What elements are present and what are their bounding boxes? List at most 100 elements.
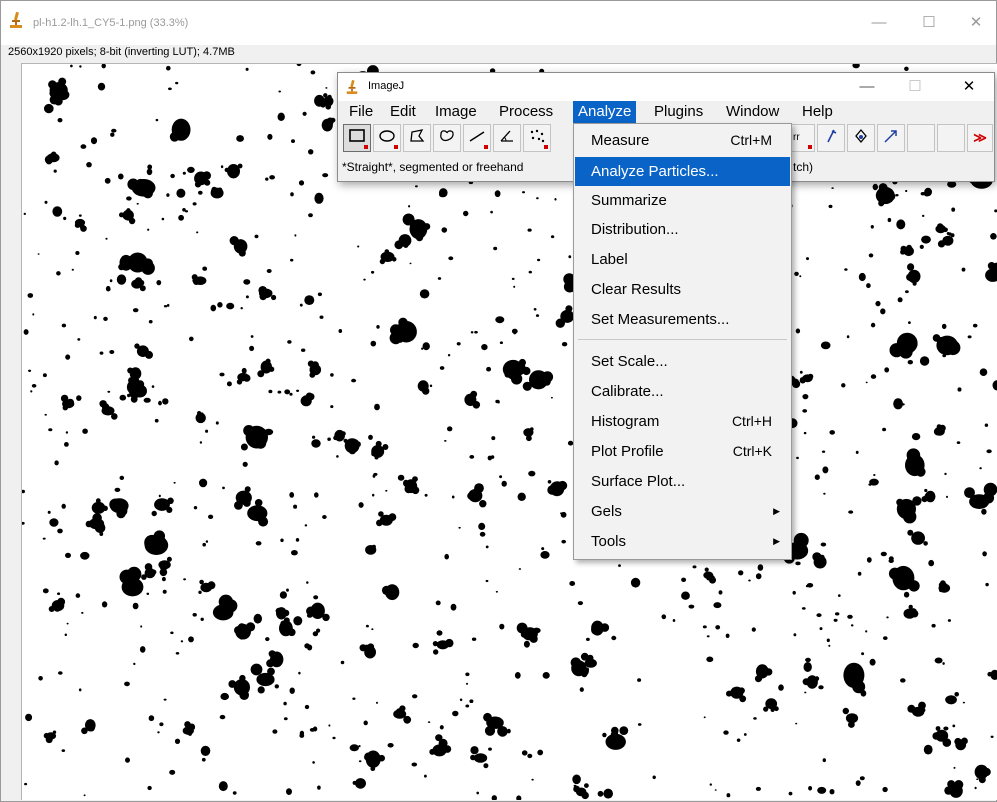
particle — [63, 216, 67, 221]
particle — [799, 275, 802, 278]
imagej-minimize-button[interactable]: — — [848, 75, 886, 99]
minimize-button[interactable]: — — [859, 10, 899, 36]
particle — [86, 162, 92, 168]
particle — [208, 514, 214, 519]
particle — [630, 577, 641, 588]
particle — [166, 556, 172, 562]
particle — [200, 745, 211, 757]
menuitem-plot-profile[interactable]: Plot Profile Ctrl+K — [575, 437, 790, 466]
particle — [445, 638, 454, 648]
particle — [560, 318, 566, 324]
particle — [852, 64, 860, 69]
menuitem-histogram[interactable]: Histogram Ctrl+H — [575, 407, 790, 436]
particle — [882, 786, 888, 793]
menuitem-clear-results[interactable]: Clear Results — [575, 275, 790, 304]
particle — [141, 574, 147, 580]
particle — [159, 722, 164, 727]
menuitem-surface-plot[interactable]: Surface Plot... — [575, 467, 790, 496]
menuitem-set-scale[interactable]: Set Scale... — [575, 347, 790, 376]
particle — [283, 717, 288, 721]
particle — [806, 583, 814, 588]
more-tools-button[interactable]: ≫ — [967, 124, 993, 152]
particle — [850, 624, 854, 627]
particle — [358, 502, 364, 508]
menu-process[interactable]: Process — [494, 101, 558, 123]
tool-menu-marker — [394, 145, 398, 149]
particle — [198, 590, 202, 594]
line-tool-button[interactable] — [463, 124, 491, 152]
menuitem-gels[interactable]: Gels ▶ — [575, 497, 790, 526]
particle — [919, 244, 924, 249]
brush-tool-button[interactable] — [817, 124, 845, 152]
menuitem-set-measurements[interactable]: Set Measurements... — [575, 305, 790, 334]
particle — [439, 366, 445, 370]
image-window-titlebar[interactable]: pl-h1.2-lh.1_CY5-1.png (33.3%) — ☐ ✕ — [1, 1, 996, 45]
particle — [433, 649, 439, 655]
multipoint-tool-button[interactable] — [523, 124, 551, 152]
menuitem-label: Measure — [591, 132, 650, 149]
particle — [50, 151, 57, 158]
polygon-tool-button[interactable] — [403, 124, 431, 152]
menu-help[interactable]: Help — [797, 101, 838, 123]
particle — [298, 671, 301, 675]
menuitem-label-item[interactable]: Label — [575, 245, 790, 274]
particle — [802, 409, 808, 413]
arrow-tool-button[interactable] — [877, 124, 905, 152]
empty-tool-slot[interactable] — [937, 124, 965, 152]
particle — [820, 341, 831, 350]
rectangle-tool-button[interactable] — [343, 124, 371, 152]
angle-tool-button[interactable] — [493, 124, 521, 152]
close-button[interactable]: ✕ — [956, 10, 996, 36]
empty-tool-slot[interactable] — [907, 124, 935, 152]
menu-edit[interactable]: Edit — [385, 101, 421, 123]
particle — [281, 612, 286, 617]
particle — [317, 785, 321, 790]
menuitem-analyze-particles[interactable]: Analyze Particles... — [575, 157, 790, 186]
menuitem-label: Calibrate... — [591, 383, 664, 400]
particle — [945, 241, 949, 244]
particle — [835, 612, 840, 616]
menu-plugins[interactable]: Plugins — [649, 101, 708, 123]
imagej-maximize-button[interactable]: ☐ — [896, 75, 934, 99]
menu-window[interactable]: Window — [721, 101, 784, 123]
particle — [366, 546, 371, 551]
particle — [537, 749, 544, 756]
menu-image[interactable]: Image — [430, 101, 482, 123]
menuitem-summarize[interactable]: Summarize — [575, 186, 790, 215]
particle — [317, 292, 322, 297]
particle — [226, 302, 235, 310]
particle — [237, 163, 243, 169]
particle — [302, 111, 307, 116]
particle — [513, 332, 516, 335]
particle — [308, 149, 314, 155]
particle — [296, 389, 300, 392]
freehand-tool-button[interactable] — [433, 124, 461, 152]
particle — [286, 588, 289, 592]
dropper-tool-button[interactable] — [847, 124, 875, 152]
particle — [200, 617, 204, 621]
particle — [838, 594, 841, 597]
menuitem-measure[interactable]: Measure Ctrl+M — [575, 126, 790, 155]
particle — [44, 103, 54, 114]
menuitem-calibrate[interactable]: Calibrate... — [575, 377, 790, 406]
menu-analyze[interactable]: Analyze — [573, 101, 637, 123]
menu-file[interactable]: File — [344, 101, 378, 123]
particle — [83, 794, 86, 797]
particle — [883, 636, 888, 640]
particle — [841, 383, 846, 388]
particle — [915, 466, 926, 477]
particle — [394, 240, 404, 250]
particle — [85, 520, 93, 528]
particle — [981, 508, 987, 515]
imagej-close-button[interactable]: ✕ — [950, 75, 988, 99]
particle — [949, 697, 956, 704]
particle — [71, 268, 74, 271]
maximize-button[interactable]: ☐ — [909, 10, 949, 36]
menuitem-tools[interactable]: Tools ▶ — [575, 527, 790, 556]
particle — [42, 537, 46, 540]
menuitem-distribution[interactable]: Distribution... — [575, 215, 790, 244]
particle — [738, 687, 745, 694]
particle — [450, 603, 457, 611]
imagej-titlebar[interactable]: ImageJ — ☐ ✕ — [338, 73, 994, 101]
oval-tool-button[interactable] — [373, 124, 401, 152]
